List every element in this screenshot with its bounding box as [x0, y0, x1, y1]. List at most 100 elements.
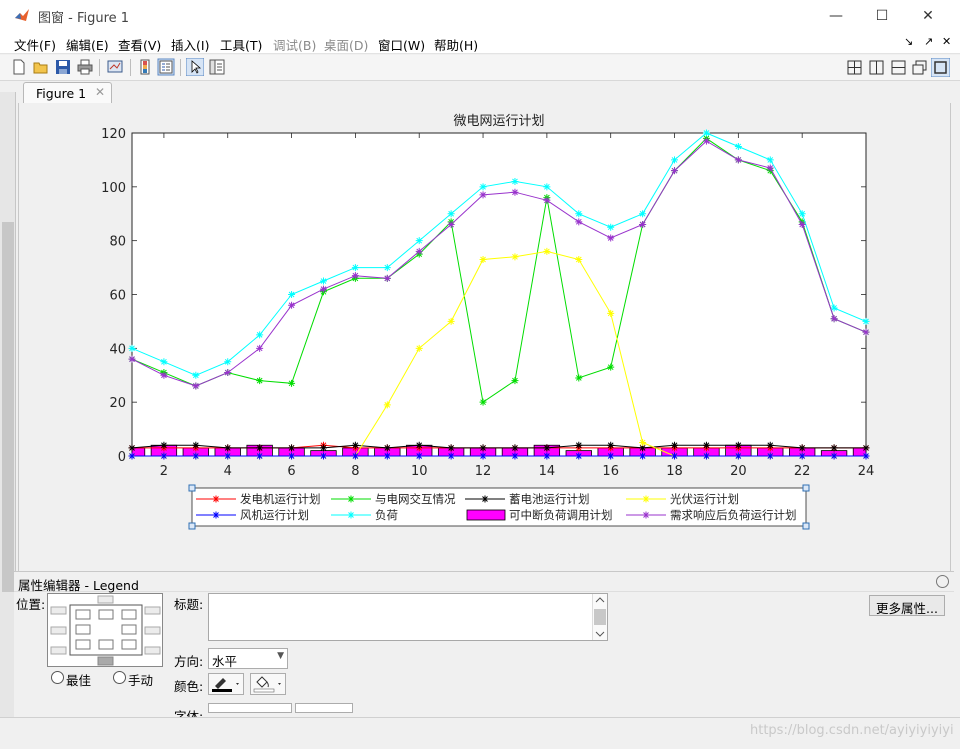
data-point-marker — [798, 444, 806, 452]
open-folder-icon[interactable] — [32, 58, 50, 76]
data-point-marker — [288, 291, 296, 298]
legend-label: 与电网交互情况 — [375, 492, 456, 506]
split-vertical-icon[interactable] — [867, 58, 886, 77]
data-point-marker — [415, 237, 423, 245]
tile-grid-icon[interactable] — [845, 58, 864, 77]
dock-single-icon[interactable] — [931, 58, 950, 77]
scrollbar-thumb[interactable] — [2, 222, 14, 592]
menu-edit[interactable]: 编辑(E) — [66, 35, 109, 54]
data-point-marker — [224, 452, 232, 460]
property-inspector-icon[interactable] — [208, 58, 226, 76]
menu-debug[interactable]: 调试(B) — [273, 35, 316, 54]
link-plot-icon[interactable] — [106, 58, 124, 76]
data-point-marker — [479, 183, 487, 191]
data-point-marker — [351, 452, 359, 460]
data-point-marker — [128, 344, 136, 352]
menu-view[interactable]: 查看(V) — [118, 35, 161, 54]
y-tick-label: 20 — [109, 396, 126, 411]
legend-icon[interactable] — [157, 58, 175, 76]
data-point-marker — [862, 328, 870, 336]
tab-figure-1[interactable]: Figure 1 ✕ — [23, 82, 112, 104]
data-point-marker — [766, 452, 774, 460]
window-titlebar: 图窗 - Figure 1 — ☐ ✕ — [0, 0, 960, 31]
data-point-marker — [607, 309, 615, 317]
tab-label: Figure 1 — [36, 86, 87, 101]
data-point-marker — [639, 210, 647, 218]
data-point-marker — [639, 221, 647, 229]
data-point-marker — [734, 441, 742, 449]
undock-icon[interactable]: ↘ — [904, 35, 913, 48]
menu-tools[interactable]: 工具(T) — [220, 35, 262, 54]
selection-handle — [188, 522, 196, 530]
data-point-marker — [543, 247, 551, 255]
split-horizontal-icon[interactable] — [889, 58, 908, 77]
data-point-marker — [224, 444, 232, 452]
menu-bar: 文件(F) 编辑(E) 查看(V) 插入(I) 工具(T) 调试(B) 桌面(D… — [0, 31, 960, 54]
data-point-marker — [575, 256, 583, 264]
data-point-marker — [607, 363, 615, 371]
data-point-marker — [543, 196, 551, 204]
close-button[interactable]: ✕ — [905, 0, 951, 31]
data-point-marker — [447, 221, 455, 229]
x-tick-label: 10 — [411, 464, 428, 479]
menu-window[interactable]: 窗口(W) — [378, 35, 425, 54]
legend[interactable]: 发电机运行计划 与电网交互情况 蓄电池运行计划 光伏运行计划风机运行计划 负荷 可中断负荷… — [188, 484, 810, 530]
x-tick-label: 8 — [351, 464, 359, 479]
data-point-marker — [543, 452, 551, 460]
minimize-button[interactable]: — — [813, 0, 859, 31]
data-point-marker — [479, 452, 487, 460]
maximize-button[interactable]: ☐ — [859, 0, 905, 31]
menu-close-icon[interactable]: ✕ — [942, 35, 951, 48]
radio-best[interactable] — [51, 671, 64, 684]
data-point-marker — [702, 137, 710, 145]
tab-close-icon[interactable]: ✕ — [95, 85, 105, 99]
data-point-marker — [479, 256, 487, 264]
menu-insert[interactable]: 插入(I) — [171, 35, 209, 54]
legend-marker — [481, 495, 489, 503]
new-figure-icon[interactable] — [10, 58, 28, 76]
float-icon[interactable] — [910, 58, 929, 77]
dock-icon[interactable]: ↗ — [924, 35, 933, 48]
radio-manual-label: 手动 — [128, 673, 154, 688]
print-icon[interactable] — [76, 58, 94, 76]
pointer-icon[interactable] — [186, 58, 204, 76]
edge-color-button[interactable] — [208, 673, 244, 695]
plot-svg[interactable]: 微电网运行计划0204060801001202 4 6 8 10 12 14 16 18 20 22… — [19, 103, 952, 571]
menu-help[interactable]: 帮助(H) — [434, 35, 478, 54]
selection-handle — [188, 484, 196, 492]
data-point-marker — [160, 371, 168, 379]
data-point-marker — [128, 355, 136, 363]
orientation-dropdown[interactable]: 水平 ▼ — [208, 648, 288, 669]
legend-position-picker[interactable] — [47, 593, 163, 667]
x-tick-label: 4 — [224, 464, 232, 479]
data-point-marker — [288, 301, 296, 309]
chevron-down-icon: ▼ — [277, 651, 284, 661]
save-icon[interactable] — [54, 58, 72, 76]
menu-desktop[interactable]: 桌面(D) — [324, 35, 368, 54]
menu-file[interactable]: 文件(F) — [14, 35, 56, 54]
axes: 微电网运行计划0204060801001202 4 6 8 10 12 14 16 18 20 22… — [101, 114, 874, 479]
more-properties-button[interactable]: 更多属性... — [869, 595, 945, 616]
colorbar-icon[interactable] — [136, 58, 154, 76]
data-point-marker — [383, 274, 391, 282]
data-point-marker — [415, 452, 423, 460]
scroll-arrows-icon — [594, 597, 606, 637]
legend-title-input[interactable] — [208, 593, 608, 641]
data-point-marker — [447, 452, 455, 460]
data-point-marker — [415, 247, 423, 255]
data-point-marker — [224, 369, 232, 377]
data-point-marker — [447, 317, 455, 325]
data-point-marker — [734, 452, 742, 460]
data-point-marker — [575, 374, 583, 382]
radio-manual[interactable] — [113, 671, 126, 684]
toolbar-separator — [130, 59, 131, 76]
fill-color-button[interactable] — [250, 673, 286, 695]
font-size-dropdown[interactable] — [295, 703, 353, 713]
selection-handle — [802, 522, 810, 530]
x-tick-label: 18 — [666, 464, 683, 479]
font-name-dropdown[interactable] — [208, 703, 292, 713]
data-point-marker — [702, 129, 710, 137]
data-point-marker — [447, 444, 455, 452]
title-scrollbar[interactable] — [592, 594, 607, 640]
collapse-icon[interactable] — [936, 575, 949, 588]
